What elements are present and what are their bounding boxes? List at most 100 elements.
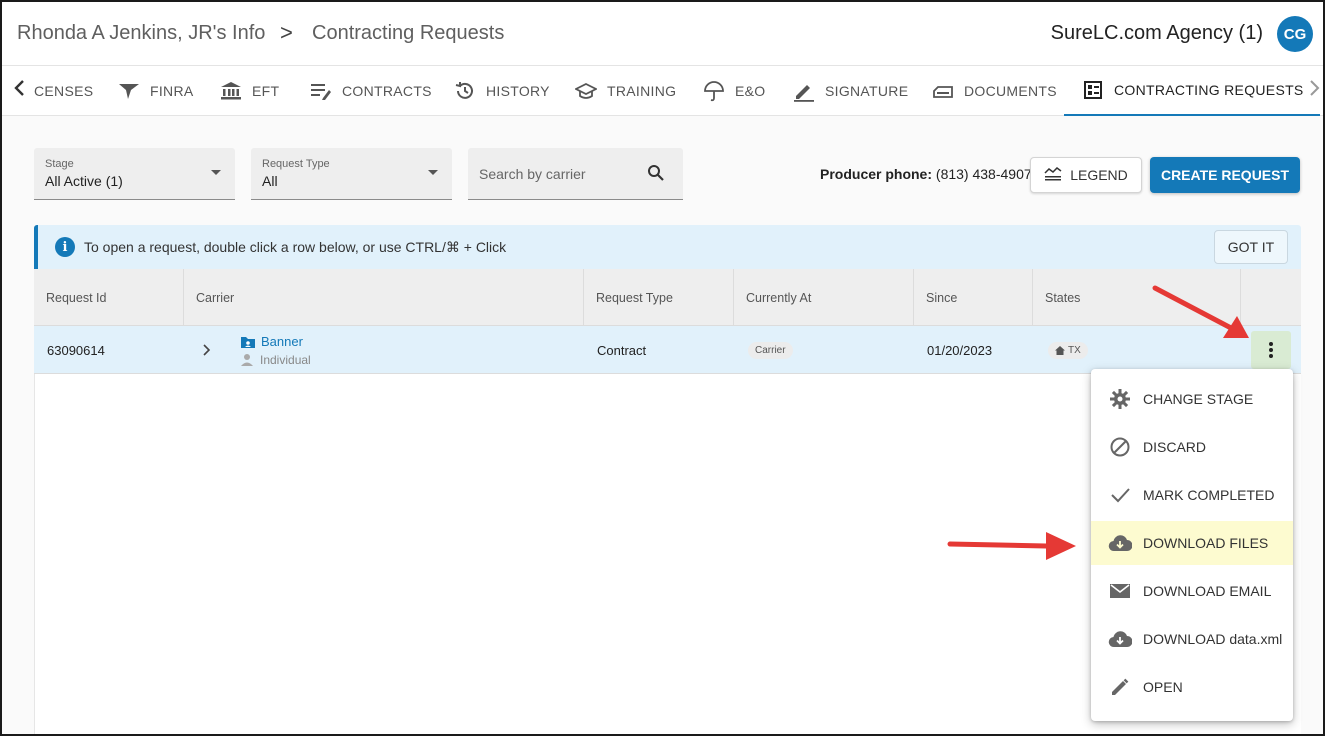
home-icon <box>1055 345 1065 355</box>
request-type-value: All <box>262 173 278 189</box>
page-title: Contracting Requests <box>312 22 505 44</box>
carrier-name: Banner <box>261 334 303 349</box>
tab-eo[interactable]: E&O <box>703 66 765 116</box>
contracts-icon <box>310 80 332 102</box>
contracting-requests-icon <box>1082 79 1104 101</box>
training-cap-icon <box>575 80 597 102</box>
tab-training[interactable]: TRAINING <box>575 66 676 116</box>
table-header: Request Id Carrier Request Type Currentl… <box>34 269 1301 326</box>
producer-phone-label: Producer phone: <box>820 166 933 182</box>
menu-item-label: DOWNLOAD FILES <box>1143 535 1269 551</box>
gear-icon <box>1108 387 1132 411</box>
cell-request-type: Contract <box>597 342 647 358</box>
column-request-type[interactable]: Request Type <box>584 269 734 326</box>
person-icon <box>241 354 253 366</box>
tab-label: HISTORY <box>486 83 550 99</box>
tab-signature[interactable]: SIGNATURE <box>793 66 908 116</box>
email-icon <box>1108 579 1132 603</box>
stage-select[interactable]: Stage All Active (1) <box>34 148 235 200</box>
tab-licenses[interactable]: CENSES <box>34 66 93 116</box>
info-banner-text: To open a request, double click a row be… <box>84 239 507 255</box>
block-icon <box>1108 435 1132 459</box>
carrier-search-input[interactable]: Search by carrier <box>468 148 683 200</box>
annotation-arrow-icon <box>1152 285 1249 338</box>
agency-name[interactable]: SureLC.com Agency (1) <box>1051 22 1263 45</box>
column-currently-at[interactable]: Currently At <box>734 269 914 326</box>
tab-label: CONTRACTS <box>342 83 432 99</box>
tab-scroll-right-icon[interactable] <box>1300 78 1323 104</box>
legend-button[interactable]: LEGEND <box>1030 157 1142 193</box>
got-it-button[interactable]: GOT IT <box>1214 230 1288 264</box>
check-icon <box>1108 483 1132 507</box>
producer-phone-value: (813) 438-4907 <box>935 166 1032 182</box>
header: Rhonda A Jenkins, JR's Info > Contractin… <box>2 2 1323 66</box>
menu-item-label: CHANGE STAGE <box>1143 391 1254 407</box>
cell-request-id: 63090614 <box>47 342 105 358</box>
menu-item-download-email[interactable]: DOWNLOAD EMAIL <box>1091 569 1293 613</box>
column-carrier[interactable]: Carrier <box>184 269 584 326</box>
menu-item-label: DOWNLOAD data.xml <box>1143 631 1283 647</box>
menu-item-label: MARK COMPLETED <box>1143 487 1275 503</box>
state-chip: TX <box>1048 341 1088 359</box>
tab-label: E&O <box>735 83 766 99</box>
tab-contracts[interactable]: CONTRACTS <box>310 66 432 116</box>
cloud-download-icon <box>1108 627 1132 651</box>
column-since[interactable]: Since <box>914 269 1033 326</box>
menu-item-mark-completed[interactable]: MARK COMPLETED <box>1091 473 1293 517</box>
menu-item-download-files[interactable]: DOWNLOAD FILES <box>1091 521 1293 565</box>
tab-label: SIGNATURE <box>825 83 909 99</box>
documents-icon <box>932 80 954 102</box>
umbrella-icon <box>703 80 725 102</box>
menu-item-download-data-xml[interactable]: DOWNLOAD data.xml <box>1091 617 1293 661</box>
menu-item-label: DOWNLOAD EMAIL <box>1143 583 1272 599</box>
tab-documents[interactable]: DOCUMENTS <box>932 66 1057 116</box>
app-window: Rhonda A Jenkins, JR's Info > Contractin… <box>0 0 1325 736</box>
request-type-select[interactable]: Request Type All <box>251 148 452 200</box>
bank-icon <box>220 80 242 102</box>
tab-label: EFT <box>252 83 280 99</box>
cloud-download-icon <box>1108 531 1132 555</box>
state-chip-label: TX <box>1068 344 1081 356</box>
carrier-link[interactable]: Banner <box>240 334 303 349</box>
row-actions-menu: CHANGE STAGE DISCARD MARK COMPLETED DOWN… <box>1091 369 1293 721</box>
avatar[interactable]: CG <box>1277 16 1313 52</box>
row-actions-kebab-icon[interactable] <box>1251 331 1291 369</box>
info-banner: i To open a request, double click a row … <box>34 225 1301 269</box>
legend-label: LEGEND <box>1070 167 1128 183</box>
cell-states: TX <box>1048 326 1088 374</box>
menu-item-discard[interactable]: DISCARD <box>1091 425 1293 469</box>
pencil-icon <box>1108 675 1132 699</box>
tab-label: CONTRACTING REQUESTS <box>1114 82 1304 98</box>
tab-bar: CENSES FINRA EFT CONTRACTS HISTORY TRAIN… <box>2 66 1323 116</box>
create-request-button[interactable]: CREATE REQUEST <box>1150 157 1300 193</box>
breadcrumb-parent[interactable]: Rhonda A Jenkins, JR's Info <box>17 22 265 45</box>
tab-eft[interactable]: EFT <box>220 66 279 116</box>
tab-history[interactable]: HISTORY <box>454 66 550 116</box>
request-type-label: Request Type <box>262 158 330 170</box>
breadcrumb-separator: > <box>280 20 293 45</box>
tab-label: CENSES <box>34 83 94 99</box>
signature-pen-icon <box>793 80 815 102</box>
tab-scroll-left-icon[interactable] <box>6 78 34 104</box>
cell-currently-at: Carrier <box>748 326 793 374</box>
carrier-subtype: Individual <box>240 353 311 367</box>
history-icon <box>454 80 476 102</box>
carrier-subtype-label: Individual <box>260 353 311 367</box>
cell-since: 01/20/2023 <box>927 342 993 358</box>
menu-item-label: OPEN <box>1143 679 1183 695</box>
stage-value: All Active (1) <box>45 173 123 189</box>
menu-item-change-stage[interactable]: CHANGE STAGE <box>1091 377 1293 421</box>
tab-label: DOCUMENTS <box>964 83 1057 99</box>
column-request-id[interactable]: Request Id <box>34 269 184 326</box>
menu-item-open[interactable]: OPEN <box>1091 665 1293 709</box>
folder-icon <box>241 336 255 348</box>
chevron-down-icon <box>211 170 221 175</box>
tab-label: FINRA <box>150 83 194 99</box>
tab-finra[interactable]: FINRA <box>118 66 194 116</box>
table-row[interactable]: 63090614 Banner Individual Contract Carr… <box>34 326 1301 374</box>
chevron-down-icon <box>428 170 438 175</box>
currently-at-chip: Carrier <box>748 341 793 359</box>
tab-contracting-requests[interactable]: CONTRACTING REQUESTS <box>1064 66 1320 116</box>
search-icon[interactable] <box>647 164 665 187</box>
expand-row-icon[interactable] <box>202 326 212 374</box>
